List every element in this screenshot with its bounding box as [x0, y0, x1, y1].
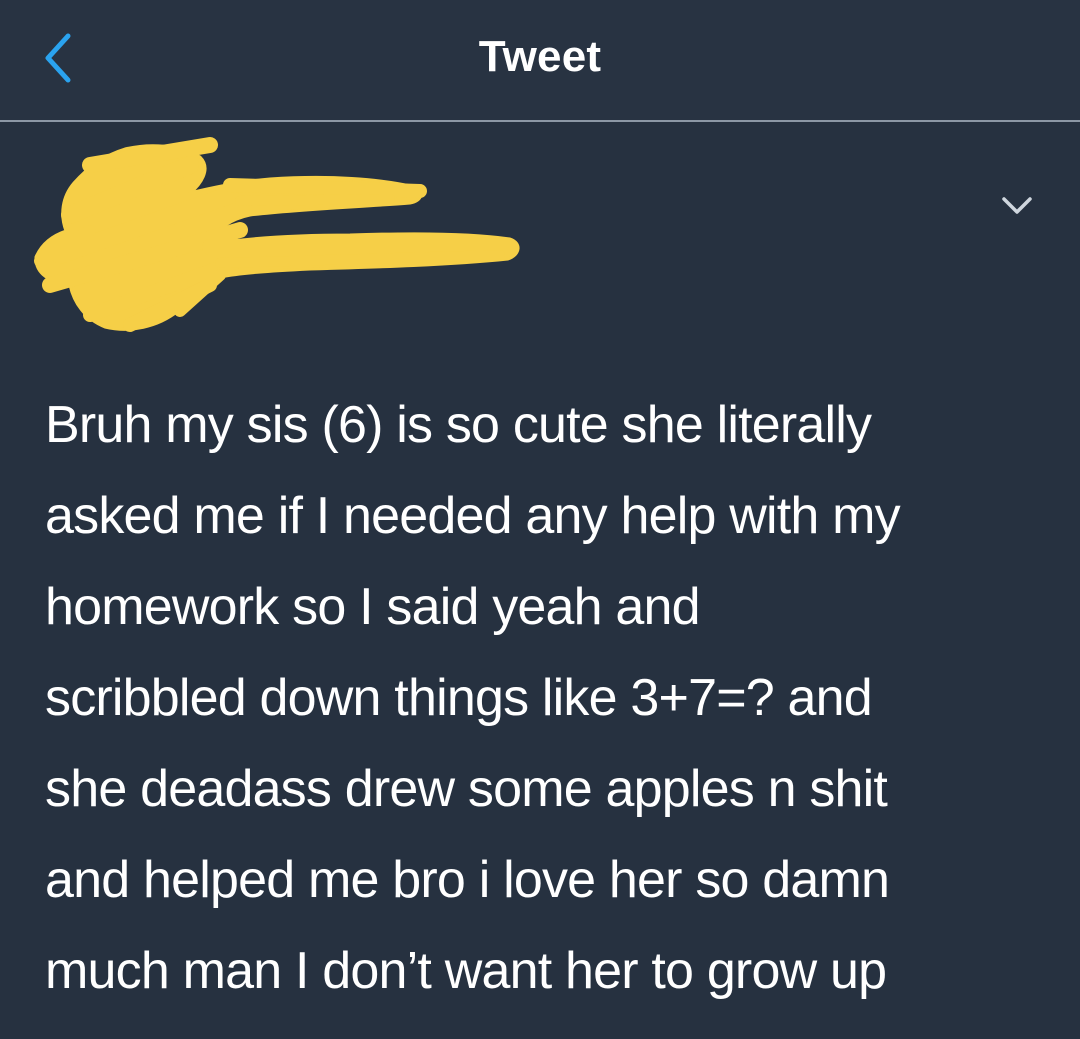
tweet-text-line: scribbled down things like 3+7=? and	[45, 669, 873, 727]
tweet-text-line: much man I don’t want her to grow up	[45, 942, 887, 1000]
tweet-text-line: asked me if I needed any help with my	[45, 487, 901, 545]
redacted-author-info	[30, 135, 550, 340]
page-title: Tweet	[478, 32, 602, 81]
tweet-text-line: she deadass drew some apples n shit	[45, 760, 888, 818]
tweet-menu-button[interactable]	[995, 190, 1039, 226]
navigation-bar: Tweet	[0, 0, 1080, 122]
chevron-down-icon	[1000, 195, 1034, 222]
tweet-text: Bruh my sis (6) is so cute she literally…	[45, 380, 1045, 1017]
tweet-text-line: homework so I said yeah and	[45, 578, 701, 636]
tweet-text-line: and helped me bro i love her so damn	[45, 851, 890, 909]
tweet-text-line: Bruh my sis (6) is so cute she literally	[45, 396, 872, 454]
